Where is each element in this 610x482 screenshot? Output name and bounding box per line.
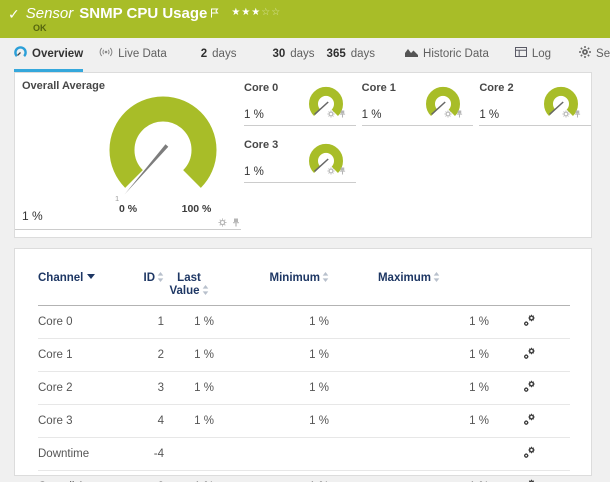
gauges-panel: Overall Average 1 0 % 100 % 1 % Core 0 1… <box>14 72 592 238</box>
table-row: Downtime -4 <box>38 437 570 471</box>
table-row: Core 2 3 1 % 1 % 1 % <box>38 371 570 405</box>
chart-icon <box>405 47 419 60</box>
gauge-icon <box>14 45 27 62</box>
channel-settings-icon[interactable] <box>523 314 536 330</box>
overall-average-value: 1 % <box>22 209 43 223</box>
sort-icon <box>433 272 440 282</box>
gauge-scale-min: 0 % <box>119 203 138 215</box>
log-table-icon <box>514 47 527 60</box>
core-2-value: 1 % <box>479 109 500 121</box>
tab-30-days-unit: days <box>290 47 315 60</box>
tab-historic-data[interactable]: Historic Data <box>405 38 489 72</box>
core-2-label: Core 2 <box>479 82 514 94</box>
table-row: Core 3 4 1 % 1 % 1 % <box>38 404 570 438</box>
gauge-cell-core-0: Core 0 1 % <box>244 78 356 126</box>
pin-icon[interactable] <box>456 105 463 123</box>
tab-365-days-unit: days <box>350 47 376 60</box>
channel-name: Core 3 <box>38 404 140 438</box>
gauge-settings-gear-icon[interactable] <box>444 105 452 123</box>
divider <box>15 229 241 230</box>
tab-log[interactable]: Log <box>514 38 552 72</box>
channel-name: Core 1 <box>38 338 140 372</box>
channel-name: Core 0 <box>38 305 140 339</box>
tab-2-days-number: 2 <box>200 47 208 60</box>
pin-icon[interactable] <box>574 105 581 123</box>
tab-365-days-number: 365 <box>326 47 346 60</box>
tab-overview-label: Overview <box>32 47 84 60</box>
column-header-minimum[interactable]: Minimum <box>214 270 329 306</box>
tab-2-days[interactable]: 2 days <box>201 38 237 72</box>
tab-365-days[interactable]: 365 days <box>327 38 375 72</box>
core-gauges-grid: Core 0 1 % Core 1 1 % Core 2 1 % Core 3 … <box>244 78 591 183</box>
channels-table: Channel ID Last Value Minimum Maximum Cor… <box>38 270 570 482</box>
tab-30-days-number: 30 <box>272 47 286 60</box>
priority-stars[interactable]: ★★★☆☆ <box>231 5 281 21</box>
core-0-value: 1 % <box>244 109 264 121</box>
sensor-kind-label: Sensor <box>25 5 74 22</box>
page-title: SNMP CPU Usage <box>79 5 208 22</box>
tab-bar: Overview Live Data 2 days 30 days 365 days … <box>0 38 610 72</box>
channel-settings-icon[interactable] <box>523 380 536 396</box>
overall-average-gauge: 1 0 % 100 % <box>109 96 217 215</box>
overall-average-label: Overall Average <box>22 80 105 92</box>
gauge-settings-gear-icon[interactable] <box>327 105 335 123</box>
column-header-maximum[interactable]: Maximum <box>329 270 489 306</box>
tab-live-data-label: Live Data <box>118 47 167 60</box>
gear-icon <box>579 46 592 61</box>
sensor-overview-page: ✓ Sensor SNMP CPU Usage ★★★☆☆ OK Overvie… <box>0 0 610 482</box>
gauge-settings-gear-icon[interactable] <box>562 105 570 123</box>
pin-icon[interactable] <box>339 162 346 180</box>
flag-icon[interactable] <box>210 5 219 23</box>
gauge-cell-core-2: Core 2 1 % <box>479 78 591 126</box>
core-3-label: Core 3 <box>244 139 279 151</box>
sort-desc-icon <box>87 274 96 279</box>
channel-settings-icon[interactable] <box>523 446 536 462</box>
tab-live-data[interactable]: Live Data <box>99 38 167 72</box>
tab-settings-label: Settings <box>596 47 610 60</box>
tab-30-days[interactable]: 30 days <box>272 38 314 72</box>
column-header-channel[interactable]: Channel <box>38 270 140 306</box>
tab-settings[interactable]: Settings <box>579 38 610 72</box>
table-row: Overall Average 0 1 % 1 % 1 % <box>38 470 570 482</box>
sort-icon <box>202 285 208 295</box>
core-1-value: 1 % <box>361 109 382 121</box>
table-row: Core 1 2 1 % 1 % 1 % <box>38 338 570 372</box>
column-header-actions <box>489 270 570 306</box>
table-row: Core 0 1 1 % 1 % 1 % <box>38 305 570 339</box>
broadcast-icon <box>99 47 113 60</box>
core-0-label: Core 0 <box>244 82 279 94</box>
tab-historic-data-label: Historic Data <box>423 47 489 60</box>
channel-name: Downtime <box>38 437 140 471</box>
tab-overview[interactable]: Overview <box>14 38 84 72</box>
column-header-last-value[interactable]: Last Value <box>164 270 214 306</box>
gauge-scale-max: 100 % <box>182 203 212 215</box>
gauge-settings-gear-icon[interactable] <box>327 162 335 180</box>
stars-filled-icon: ★★★ <box>231 7 262 18</box>
sort-icon <box>322 272 329 282</box>
status-badge: OK <box>33 23 47 33</box>
channel-settings-icon[interactable] <box>523 347 536 363</box>
gauge-cell-core-3: Core 3 1 % <box>244 135 356 183</box>
core-3-value: 1 % <box>244 166 264 178</box>
stars-empty-icon: ☆☆ <box>261 7 282 18</box>
column-header-id[interactable]: ID <box>140 270 164 306</box>
channel-settings-icon[interactable] <box>523 413 536 429</box>
pin-icon[interactable] <box>339 105 346 123</box>
tab-2-days-unit: days <box>212 47 237 60</box>
gauge-tick-label: 1 <box>115 194 119 203</box>
channel-name: Core 2 <box>38 371 140 405</box>
channels-panel: Channel ID Last Value Minimum Maximum Cor… <box>14 248 592 482</box>
sensor-header: ✓ Sensor SNMP CPU Usage ★★★☆☆ OK <box>0 0 610 38</box>
core-1-label: Core 1 <box>361 82 396 94</box>
tab-log-label: Log <box>531 47 552 60</box>
channel-name: Overall Average <box>38 470 140 482</box>
sort-icon <box>157 272 164 282</box>
status-check-icon: ✓ <box>8 6 20 22</box>
gauge-cell-core-1: Core 1 1 % <box>361 78 474 126</box>
